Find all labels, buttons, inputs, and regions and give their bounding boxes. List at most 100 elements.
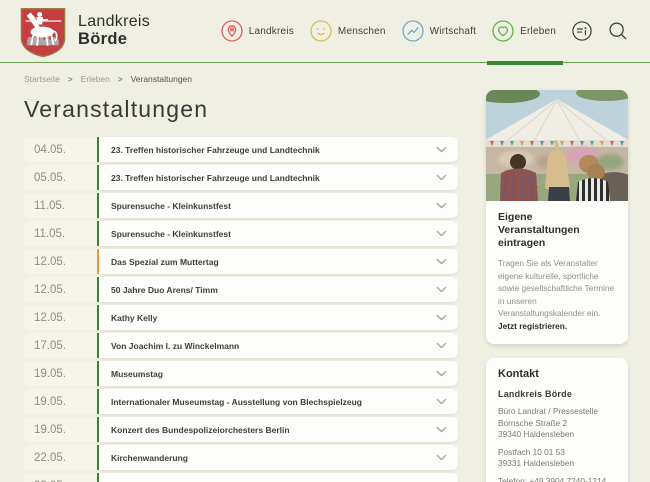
event-card[interactable]: Internationaler Museumstag - Ausstellung… (99, 389, 458, 414)
contact-heading: Kontakt (498, 368, 539, 380)
breadcrumb: Startseite > Erleben > Veranstaltungen (0, 63, 650, 84)
content: Veranstaltungen 04.05. 23. Treffen histo… (0, 88, 650, 482)
nav-item-wirtschaft[interactable]: Wirtschaft (402, 0, 476, 62)
chevron-down-icon (436, 286, 447, 293)
event-card[interactable]: Kathy Kelly (99, 305, 458, 330)
page: Landkreis Börde Landkreis Menschen Wirts… (0, 0, 650, 482)
event-row: 12.05. Das Spezial zum Muttertag (24, 249, 458, 274)
contact-line: Bornsche Straße 2 (498, 417, 568, 428)
event-date: 22.05. (24, 445, 97, 470)
sidebar: Eigene Veranstaltungen eintragen Tragen … (486, 90, 628, 482)
breadcrumb-separator: > (117, 74, 123, 84)
event-title: 23. Treffen historischer Fahrzeuge und L… (111, 144, 320, 155)
chevron-down-icon (436, 426, 447, 433)
event-card[interactable]: 23. Treffen historischer Fahrzeuge und L… (99, 165, 458, 190)
event-row: 04.05. 23. Treffen historischer Fahrzeug… (24, 137, 458, 162)
event-row: 12.05. Kathy Kelly (24, 305, 458, 330)
breadcrumb-erleben[interactable]: Erleben (81, 74, 110, 84)
event-card[interactable]: Spurensuche - Kleinkunstfest (99, 221, 458, 246)
event-title: 23. Treffen historischer Fahrzeuge und L… (111, 172, 320, 183)
chevron-down-icon (436, 398, 447, 405)
register-link[interactable]: Jetzt registrieren. (498, 321, 567, 331)
nav-item-landkreis[interactable]: Landkreis (221, 0, 294, 62)
event-card[interactable]: Das Spezial zum Muttertag (99, 249, 458, 274)
event-date: 19.05. (24, 361, 97, 386)
map-pin-icon (221, 20, 243, 42)
contact-group: Telefon: +49 3904 7240-1214Fax: +49 3904… (498, 476, 616, 482)
contact-groups: Büro Landrat / Pressestelle Bornsche Stra… (498, 406, 616, 482)
contact-group: Büro Landrat / Pressestelle Bornsche Stra… (498, 406, 616, 441)
page-title: Veranstaltungen (24, 96, 209, 122)
event-row: 11.05. Spurensuche - Kleinkunstfest (24, 221, 458, 246)
contact-line: 39340 Haldensleben (498, 429, 575, 440)
event-card[interactable]: Spurensuche - Kleinkunstfest (99, 193, 458, 218)
nav-label: Erleben (520, 25, 556, 37)
event-title: Von Joachim I. zu Winckelmann (111, 340, 240, 351)
event-card[interactable]: Hera Lind live (99, 473, 458, 482)
promo-body-text: Tragen Sie als Veranstalter eigene kultu… (498, 258, 615, 319)
breadcrumb-separator: > (67, 74, 73, 84)
event-title: 50 Jahre Duo Arens/ Timm (111, 284, 218, 295)
promo-text: Eigene Veranstaltungen eintragen Tragen … (486, 201, 628, 344)
nav-item-menschen[interactable]: Menschen (310, 0, 386, 62)
event-row: 22.05. Kirchenwanderung (24, 445, 458, 470)
event-card[interactable]: Museumstag (99, 361, 458, 386)
event-date: 12.05. (24, 249, 97, 274)
chevron-down-icon (436, 174, 447, 181)
event-date: 05.05. (24, 165, 97, 190)
event-date: 19.05. (24, 417, 97, 442)
event-title: Kirchenwanderung (111, 452, 188, 463)
search-button[interactable] (608, 21, 628, 41)
coat-of-arms-icon (18, 4, 68, 58)
event-card[interactable]: Konzert des Bundespolizeiorchesters Berl… (99, 417, 458, 442)
event-date: 12.05. (24, 277, 97, 302)
contact-line: Postfach 10 01 53 (498, 446, 565, 457)
main-column: Veranstaltungen 04.05. 23. Treffen histo… (24, 88, 458, 482)
event-date: 11.05. (24, 193, 97, 218)
event-title: Konzert des Bundespolizeiorchesters Berl… (111, 424, 290, 435)
event-row: 12.05. 50 Jahre Duo Arens/ Timm (24, 277, 458, 302)
event-title: Spurensuche - Kleinkunstfest (111, 200, 231, 211)
event-title: Museumstag (111, 368, 163, 379)
contact-line: Telefon: +49 3904 7240-1214 (498, 476, 607, 482)
logo[interactable]: Landkreis Börde (18, 0, 150, 62)
chevron-down-icon (436, 370, 447, 377)
chevron-down-icon (436, 230, 447, 237)
event-date: 19.05. (24, 389, 97, 414)
event-title: Spurensuche - Kleinkunstfest (111, 228, 231, 239)
event-card[interactable]: Kirchenwanderung (99, 445, 458, 470)
logo-text: Landkreis Börde (78, 13, 150, 48)
main-nav: Landkreis Menschen Wirtschaft Erleben (221, 0, 628, 65)
heart-icon (492, 20, 514, 42)
promo-body: Tragen Sie als Veranstalter eigene kultu… (498, 257, 616, 332)
chevron-down-icon (436, 258, 447, 265)
logo-line2: Börde (78, 29, 128, 48)
promo-heading: Eigene Veranstaltungen eintragen (498, 211, 580, 250)
event-row: 23.05. Hera Lind live (24, 473, 458, 482)
event-date: 12.05. (24, 305, 97, 330)
event-date: 11.05. (24, 221, 97, 246)
chevron-down-icon (436, 342, 447, 349)
breadcrumb-current: Veranstaltungen (130, 74, 193, 84)
event-card[interactable]: 50 Jahre Duo Arens/ Timm (99, 277, 458, 302)
nav-label: Wirtschaft (429, 25, 477, 37)
event-card[interactable]: 23. Treffen historischer Fahrzeuge und L… (99, 137, 458, 162)
event-row: 17.05. Von Joachim I. zu Winckelmann (24, 333, 458, 358)
contact-card: Kontakt Landkreis Börde Büro Landrat / P… (486, 358, 628, 482)
contact-name: Landkreis Börde (498, 389, 573, 399)
event-date: 23.05. (24, 473, 97, 482)
promo-card: Eigene Veranstaltungen eintragen Tragen … (486, 90, 628, 344)
easy-language-button[interactable] (572, 21, 592, 41)
festival-photo (486, 90, 628, 201)
event-card[interactable]: Von Joachim I. zu Winckelmann (99, 333, 458, 358)
event-date: 04.05. (24, 137, 97, 162)
nav-item-erleben[interactable]: Erleben (487, 0, 563, 65)
breadcrumb-startseite[interactable]: Startseite (24, 74, 60, 84)
smiley-icon (310, 20, 332, 42)
event-row: 05.05. 23. Treffen historischer Fahrzeug… (24, 165, 458, 190)
nav-label: Menschen (337, 25, 386, 37)
event-title: Das Spezial zum Muttertag (111, 256, 219, 267)
chevron-down-icon (436, 202, 447, 209)
chevron-down-icon (436, 146, 447, 153)
event-row: 19.05. Konzert des Bundespolizeiorcheste… (24, 417, 458, 442)
